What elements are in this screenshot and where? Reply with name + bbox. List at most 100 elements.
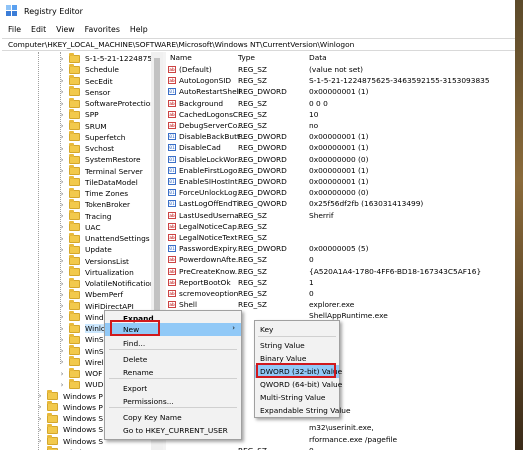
expand-chevron-icon[interactable]: › [58,268,66,276]
expand-chevron-icon[interactable]: › [58,381,66,389]
tree-item[interactable]: › WinS [58,345,104,357]
expand-chevron-icon[interactable]: › [58,246,66,254]
tree-item[interactable]: › VersionsList [58,255,129,267]
tree-item[interactable]: › UnattendSettings [58,232,150,244]
tree-item[interactable]: › Windows S [36,435,103,447]
value-row[interactable]: ab ReportBootOk REG_SZ 1 [166,277,523,288]
expand-chevron-icon[interactable]: › [58,223,66,231]
tree-item[interactable]: › WbemPerf [58,288,123,300]
tree-item[interactable]: › Windows P [36,401,103,413]
tree-item[interactable]: › WinS [58,333,104,345]
submenu-item-string[interactable]: String Value [255,339,339,352]
value-row[interactable]: ab scremoveoption REG_SZ 0 [166,288,523,299]
expand-chevron-icon[interactable]: › [58,133,66,141]
tree-item[interactable]: › WUD [58,378,103,390]
value-row[interactable]: 01 DisableBackButt... REG_DWORD 0x00000001 … [166,131,523,142]
expand-chevron-icon[interactable]: › [58,313,66,321]
expand-chevron-icon[interactable]: › [58,347,66,355]
tree-item[interactable]: › Windows S [36,412,103,424]
expand-chevron-icon[interactable]: › [58,111,66,119]
tree-item[interactable]: › S-1-5-21-1224875625 [58,52,163,64]
column-header-data[interactable]: Data [309,53,327,62]
value-row[interactable]: 01 DisableLockWor... REG_DWORD 0x00000000 (… [166,154,523,165]
expand-chevron-icon[interactable]: › [36,437,44,445]
menu-edit[interactable]: Edit [31,25,46,34]
tree-item[interactable]: › SoftwareProtectionP [58,97,159,109]
tree-item[interactable]: › WOF [58,367,102,379]
expand-chevron-icon[interactable]: › [36,403,44,411]
expand-chevron-icon[interactable]: › [58,235,66,243]
expand-chevron-icon[interactable]: › [58,88,66,96]
menu-item-delete[interactable]: Delete [105,353,241,366]
value-row[interactable]: ab (Default) REG_SZ (value not set) [166,64,523,75]
value-row[interactable]: ab DebugServerCo... REG_SZ no [166,120,523,131]
tree-item[interactable]: › Sensor [58,86,110,98]
expand-chevron-icon[interactable]: › [58,66,66,74]
tree-item[interactable]: › VolatileNotifications [58,277,158,289]
expand-chevron-icon[interactable]: › [58,370,66,378]
submenu-item-key[interactable]: Key [255,323,339,336]
expand-chevron-icon[interactable]: › [58,122,66,130]
value-row[interactable]: ab CachedLogonsC... REG_SZ 10 [166,109,523,120]
menu-file[interactable]: File [8,25,21,34]
tree-item[interactable]: › TileDataModel [58,176,138,188]
value-row[interactable]: 01 PasswordExpiry... REG_DWORD 0x00000005 (… [166,243,523,254]
value-row[interactable]: ab LastUsedUserna... REG_SZ Sherrif [166,210,523,221]
value-row[interactable]: ab PreCreateKnow... REG_SZ {A520A1A4-1780-4… [166,266,523,277]
value-row[interactable]: ab LegalNoticeText REG_SZ [166,232,523,243]
address-bar[interactable]: Computer\HKEY_LOCAL_MACHINE\SOFTWARE\Mic… [2,38,521,51]
submenu-item-multi-string[interactable]: Multi-String Value [255,391,339,404]
tree-item[interactable]: › SecEdit [58,75,113,87]
tree-item[interactable]: › Windows P [36,390,103,402]
value-row[interactable]: ab PowerdownAfte... REG_SZ 0 [166,254,523,265]
tree-item[interactable]: › SPP [58,108,99,120]
value-row[interactable]: 01 EnableSIHostInt... REG_DWORD 0x00000001 … [166,176,523,187]
menu-item-copy-key-name[interactable]: Copy Key Name [105,411,241,424]
value-row[interactable]: ab LegalNoticeCap... REG_SZ [166,221,523,232]
expand-chevron-icon[interactable]: › [58,55,66,63]
expand-chevron-icon[interactable]: › [58,336,66,344]
expand-chevron-icon[interactable]: › [58,167,66,175]
tree-item[interactable]: › Tracing [58,210,112,222]
expand-chevron-icon[interactable]: › [58,280,66,288]
expand-chevron-icon[interactable]: › [36,392,44,400]
value-row[interactable]: REG_SZ 0 [166,445,523,450]
tree-item[interactable]: › Wirel [58,356,104,368]
tree-item[interactable]: › Svchost [58,142,114,154]
expand-chevron-icon[interactable]: › [58,77,66,85]
tree-item[interactable]: › Update [58,243,112,255]
value-row[interactable]: 01 ForceUnlockLog... REG_DWORD 0x00000000 (… [166,187,523,198]
tree-item[interactable]: › TokenBroker [58,198,130,210]
expand-chevron-icon[interactable]: › [58,201,66,209]
menu-favorites[interactable]: Favorites [85,25,120,34]
expand-chevron-icon[interactable]: › [58,302,66,310]
expand-chevron-icon[interactable]: › [36,415,44,423]
value-row[interactable]: ab AutoLogonSID REG_SZ S-1-5-21-1224875625-… [166,75,523,86]
column-header-type[interactable]: Type [238,53,255,62]
menu-item-export[interactable]: Export [105,382,241,395]
tree-item[interactable]: › SystemRestore [58,153,141,165]
expand-chevron-icon[interactable]: › [36,426,44,434]
submenu-item-expandable-string[interactable]: Expandable String Value [255,404,351,417]
expand-chevron-icon[interactable]: › [58,212,66,220]
column-header-name[interactable]: Name [170,53,192,62]
menu-view[interactable]: View [56,25,75,34]
tree-item[interactable]: › Superfetch [58,131,125,143]
expand-chevron-icon[interactable]: › [58,291,66,299]
tree-item[interactable]: › Time Zones [58,187,128,199]
value-row[interactable]: ab Shell REG_SZ explorer.exe [166,299,523,310]
expand-chevron-icon[interactable]: › [58,100,66,108]
expand-chevron-icon[interactable]: › [58,325,66,333]
menu-item-goto-hkcu[interactable]: Go to HKEY_CURRENT_USER [105,424,241,437]
expand-chevron-icon[interactable]: › [58,145,66,153]
expand-chevron-icon[interactable]: › [58,156,66,164]
tree-item[interactable]: › Windows S [36,423,103,435]
menu-help[interactable]: Help [130,25,148,34]
value-row[interactable]: 01 LastLogOffEndTi... REG_QWORD 0x25f56df2f… [166,198,523,209]
tree-item[interactable]: › Schedule [58,63,119,75]
value-row[interactable]: 01 DisableCad REG_DWORD 0x00000001 (1) [166,142,523,153]
expand-chevron-icon[interactable]: › [58,190,66,198]
expand-chevron-icon[interactable]: › [58,257,66,265]
submenu-item-qword[interactable]: QWORD (64-bit) Value [255,378,342,391]
expand-chevron-icon[interactable]: › [58,358,66,366]
